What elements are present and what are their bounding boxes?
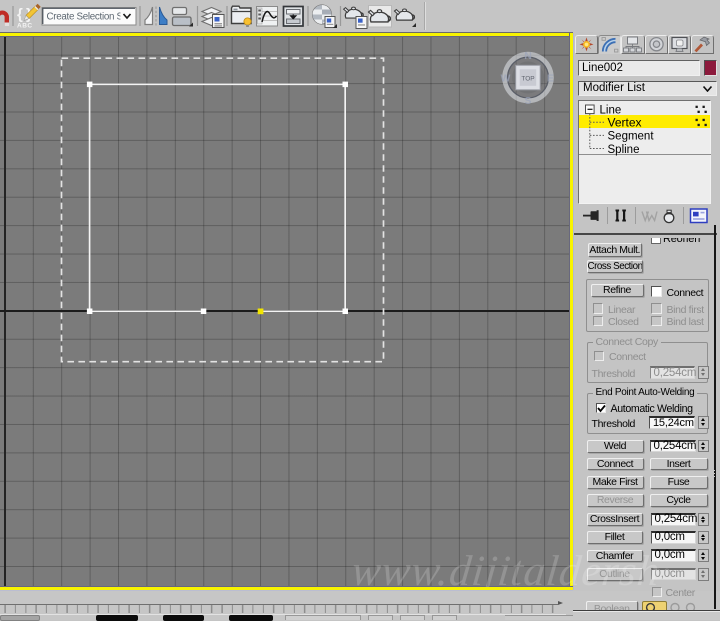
svg-text:W: W	[501, 73, 511, 85]
svg-text:Spline: Spline	[608, 143, 640, 155]
svg-text:TOP: TOP	[521, 76, 534, 83]
svg-text:N: N	[524, 50, 532, 62]
svg-text:S: S	[524, 95, 531, 107]
svg-text:Create Selection Se: Create Selection Se	[47, 12, 129, 23]
svg-text:Vertex: Vertex	[608, 115, 642, 129]
svg-text:E: E	[547, 73, 554, 85]
svg-text:Line: Line	[600, 104, 622, 116]
svg-text:{: {	[17, 6, 23, 23]
svg-text:Segment: Segment	[608, 130, 655, 142]
svg-text:ABC: ABC	[17, 23, 33, 30]
